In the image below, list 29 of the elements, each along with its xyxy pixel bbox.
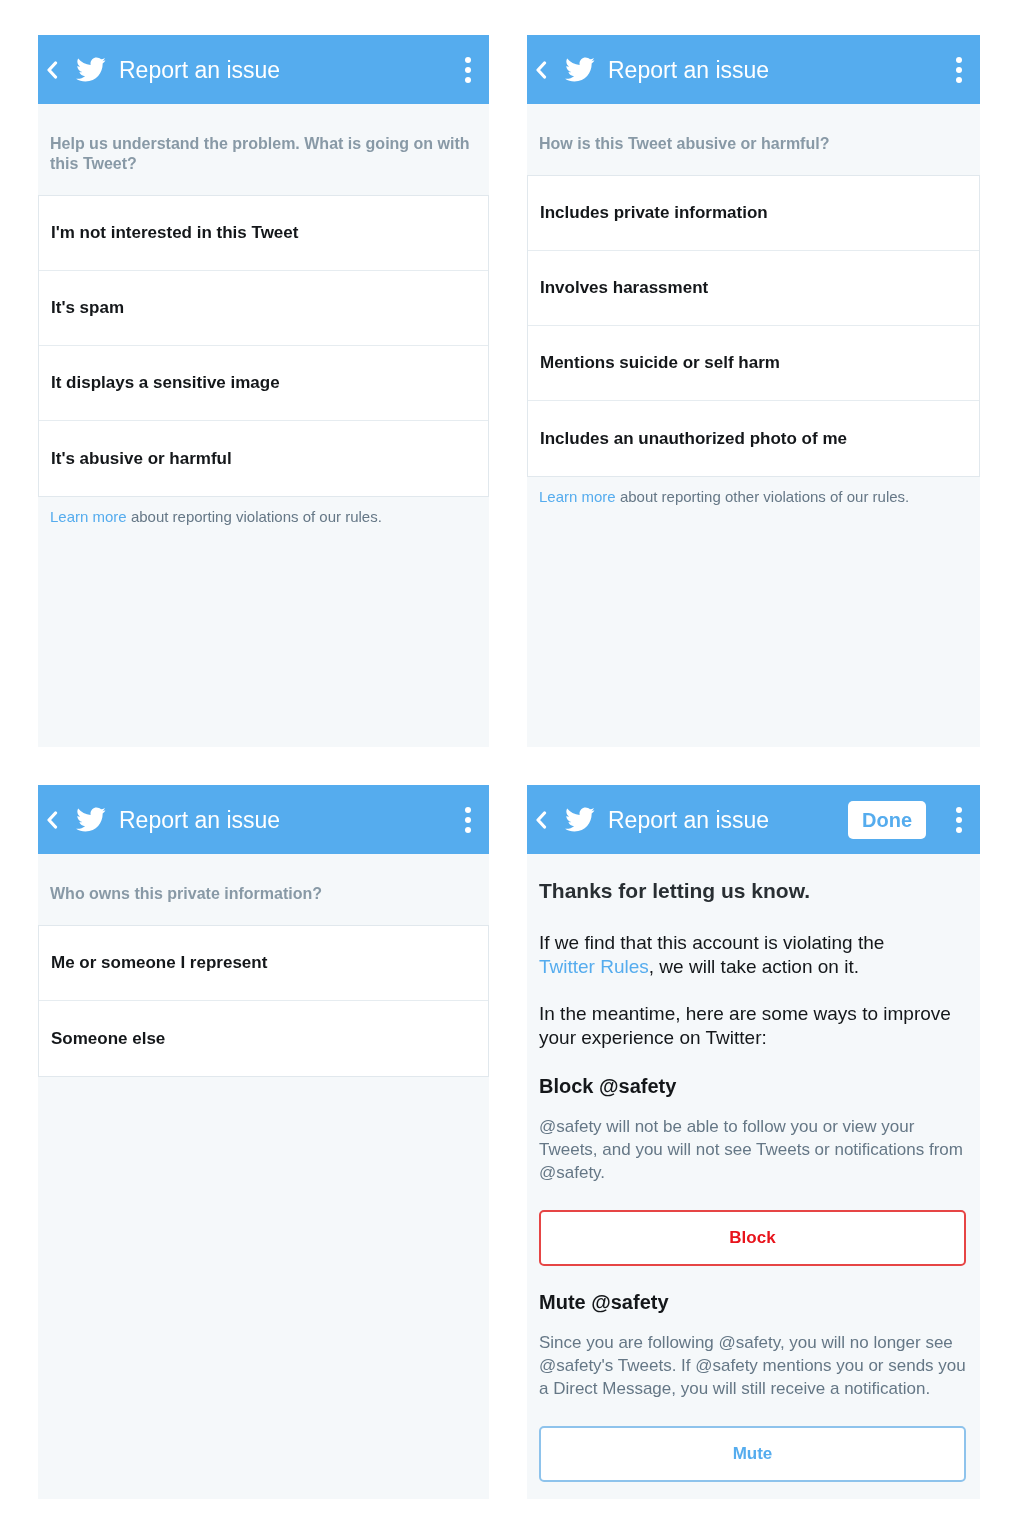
bird-icon	[564, 807, 595, 832]
more-options-icon[interactable]	[465, 806, 471, 833]
footer-note: Learn more about reporting violations of our rules.	[49, 507, 383, 527]
question-text: How is this Tweet abusive or harmful?	[538, 134, 831, 154]
bird-icon	[75, 57, 106, 82]
more-options-icon[interactable]	[956, 56, 962, 83]
back-icon[interactable]	[535, 810, 547, 829]
message-text: If we find that this account is violating the Twitter Rules, we will take action on it.	[539, 931, 886, 979]
section-title: Mute @safety	[539, 1290, 670, 1314]
block-button[interactable]: Block	[539, 1210, 966, 1266]
question-text: Help us understand the problem. What is going on with this Tweet?	[49, 134, 471, 174]
intro-text: In the meantime, here are some ways to improve your experience on Twitter:	[539, 1002, 952, 1050]
bird-icon	[564, 57, 595, 82]
header-title: Report an issue	[608, 805, 770, 834]
more-options-icon[interactable]	[465, 56, 471, 83]
section-description: @safety will not be able to follow you or view your Tweets, and you will not see Tweets or notifications from @safety.	[539, 1116, 964, 1184]
header-title: Report an issue	[119, 55, 281, 84]
bird-icon	[75, 807, 106, 832]
section-description: Since you are following @safety, you will no longer see @safety's Tweets. If @safety mentions you or sends you a Direct Message, you will still receive a notification.	[539, 1332, 966, 1400]
footer-note: Learn more about reporting other violations of our rules.	[538, 487, 911, 507]
confirmation-heading: Thanks for letting us know.	[539, 879, 812, 903]
back-icon[interactable]	[46, 60, 58, 79]
question-text: Who owns this private information?	[49, 884, 323, 904]
more-options-icon[interactable]	[956, 806, 962, 833]
back-icon[interactable]	[535, 60, 547, 79]
header-title: Report an issue	[608, 55, 770, 84]
header-title: Report an issue	[119, 805, 281, 834]
back-icon[interactable]	[46, 810, 58, 829]
section-title: Block @safety	[539, 1074, 678, 1098]
